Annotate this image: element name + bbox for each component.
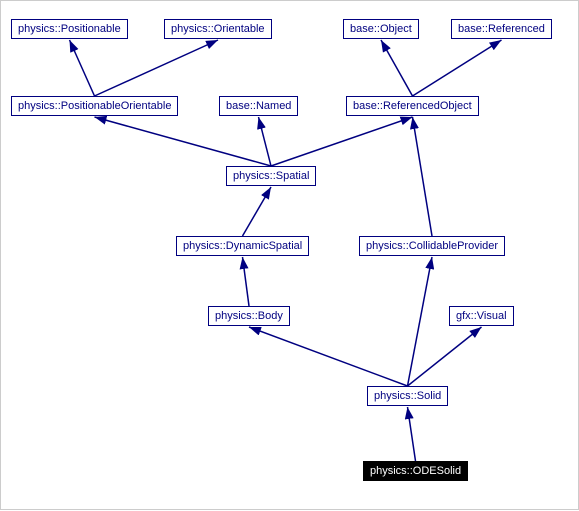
node-positionable: physics::Positionable [11,19,128,39]
node-orientable: physics::Orientable [164,19,272,39]
node-physBody: physics::Body [208,306,290,326]
node-physSolid: physics::Solid [367,386,448,406]
node-physCollidableProvider: physics::CollidableProvider [359,236,505,256]
node-physSpatial: physics::Spatial [226,166,316,186]
node-baseObject: base::Object [343,19,419,39]
node-baseNamed: base::Named [219,96,298,116]
node-positionableOrientable: physics::PositionableOrientable [11,96,178,116]
arrows-svg [1,1,579,511]
node-gfxVisual: gfx::Visual [449,306,514,326]
diagram-container: physics::Positionable physics::Orientable… [0,0,579,510]
node-physODESolid: physics::ODESolid [363,461,468,481]
node-physDynamicSpatial: physics::DynamicSpatial [176,236,309,256]
node-baseReferenced: base::Referenced [451,19,552,39]
node-baseReferencedObject: base::ReferencedObject [346,96,479,116]
